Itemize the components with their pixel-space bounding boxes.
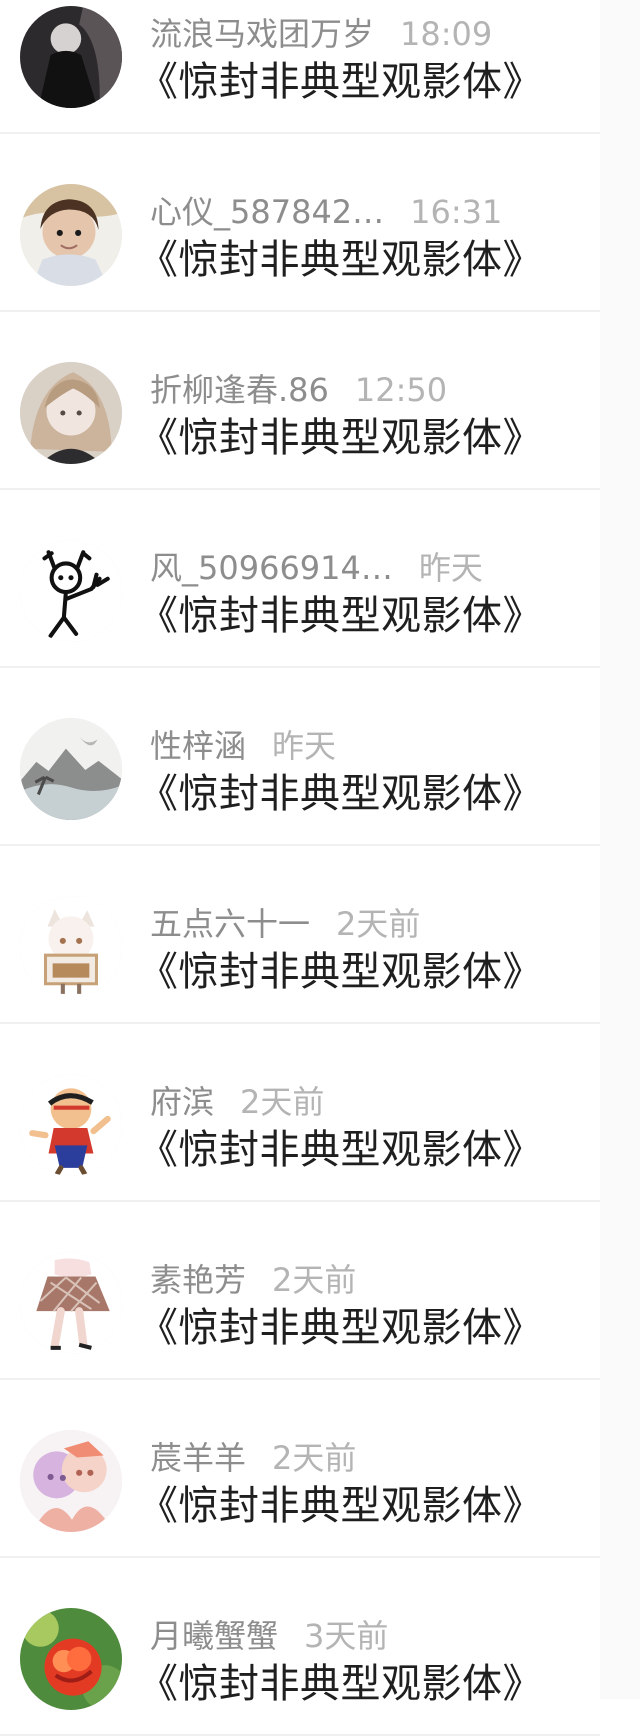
sender-name: 府滨 bbox=[150, 1083, 215, 1121]
avatar[interactable] bbox=[20, 896, 122, 998]
stick-figure-avatar-icon bbox=[20, 540, 122, 642]
message-preview: 惊封非典型观影体 bbox=[150, 56, 543, 108]
list-item[interactable]: 月曦蟹蟹 3天前 惊封非典型观影体 bbox=[0, 1558, 600, 1736]
avatar[interactable] bbox=[20, 184, 122, 286]
list-item[interactable]: 五点六十一 2天前 惊封非典型观影体 bbox=[0, 846, 600, 1024]
message-time: 12:50 bbox=[354, 371, 448, 409]
message-time: 3天前 bbox=[304, 1617, 389, 1655]
list-item[interactable]: 流浪马戏团万岁 18:09 惊封非典型观影体 bbox=[0, 0, 600, 134]
sender-name: 流浪马戏团万岁 bbox=[150, 15, 375, 53]
message-time: 2天前 bbox=[272, 1439, 357, 1477]
message-time: 2天前 bbox=[336, 905, 421, 943]
avatar[interactable] bbox=[20, 718, 122, 820]
dark-anime-avatar-icon bbox=[20, 6, 122, 108]
ink-landscape-avatar-icon bbox=[20, 718, 122, 820]
list-item[interactable]: 折柳逢春.86 12:50 惊封非典型观影体 bbox=[0, 312, 600, 490]
message-preview: 惊封非典型观影体 bbox=[150, 1658, 543, 1710]
avatar[interactable] bbox=[20, 362, 122, 464]
conversation-list: 流浪马戏团万岁 18:09 惊封非典型观影体 心仪_587842… 16:31 惊封… bbox=[0, 0, 600, 1736]
sender-name: 五点六十一 bbox=[150, 905, 311, 943]
message-preview: 惊封非典型观影体 bbox=[150, 412, 543, 464]
message-time: 2天前 bbox=[272, 1261, 357, 1299]
message-time: 2天前 bbox=[240, 1083, 325, 1121]
message-preview: 惊封非典型观影体 bbox=[150, 590, 543, 642]
list-item[interactable]: 性梓涵昨天 惊封非典型观影体 bbox=[0, 668, 600, 846]
list-item[interactable]: 素艳芳 2天前 惊封非典型观影体 bbox=[0, 1202, 600, 1380]
message-preview: 惊封非典型观影体 bbox=[150, 1480, 543, 1532]
message-preview: 惊封非典型观影体 bbox=[150, 768, 543, 820]
anime-pair-avatar-icon bbox=[20, 1430, 122, 1532]
avatar[interactable] bbox=[20, 1430, 122, 1532]
cartoon-boy-avatar-icon bbox=[20, 1074, 122, 1176]
sender-name: 性梓涵 bbox=[150, 727, 247, 765]
message-time: 16:31 bbox=[410, 193, 503, 231]
list-item[interactable]: 府滨 2天前 惊封非典型观影体 bbox=[0, 1024, 600, 1202]
sender-name: 风_50966914… bbox=[150, 549, 393, 587]
message-preview: 惊封非典型观影体 bbox=[150, 1124, 543, 1176]
avatar[interactable] bbox=[20, 1608, 122, 1710]
message-preview: 惊封非典型观影体 bbox=[150, 946, 543, 998]
message-time: 昨天 bbox=[418, 549, 483, 587]
avatar[interactable] bbox=[20, 1074, 122, 1176]
message-time: 18:09 bbox=[400, 15, 493, 53]
list-item[interactable]: 风_50966914… 昨天 惊封非典型观影体 bbox=[0, 490, 600, 668]
red-rose-avatar-icon bbox=[20, 1608, 122, 1710]
message-time: 昨天 bbox=[272, 727, 337, 765]
anime-girl-avatar-icon bbox=[20, 362, 122, 464]
sender-name: 心仪_587842… bbox=[150, 193, 385, 231]
sender-name: 月曦蟹蟹 bbox=[150, 1617, 279, 1655]
chibi-character-avatar-icon bbox=[20, 896, 122, 998]
avatar[interactable] bbox=[20, 540, 122, 642]
sender-name: 素艳芳 bbox=[150, 1261, 247, 1299]
list-item[interactable]: 心仪_587842… 16:31 惊封非典型观影体 bbox=[0, 134, 600, 312]
message-preview: 惊封非典型观影体 bbox=[150, 1302, 543, 1354]
list-item[interactable]: 莀羊羊 2天前 惊封非典型观影体 bbox=[0, 1380, 600, 1558]
right-screen-edge bbox=[600, 0, 640, 1699]
message-preview: 惊封非典型观影体 bbox=[150, 234, 543, 286]
child-photo-avatar-icon bbox=[20, 184, 122, 286]
sender-name: 莀羊羊 bbox=[150, 1439, 247, 1477]
skirt-drawing-avatar-icon bbox=[20, 1252, 122, 1354]
avatar[interactable] bbox=[20, 6, 122, 108]
avatar[interactable] bbox=[20, 1252, 122, 1354]
sender-name: 折柳逢春.86 bbox=[150, 371, 329, 409]
